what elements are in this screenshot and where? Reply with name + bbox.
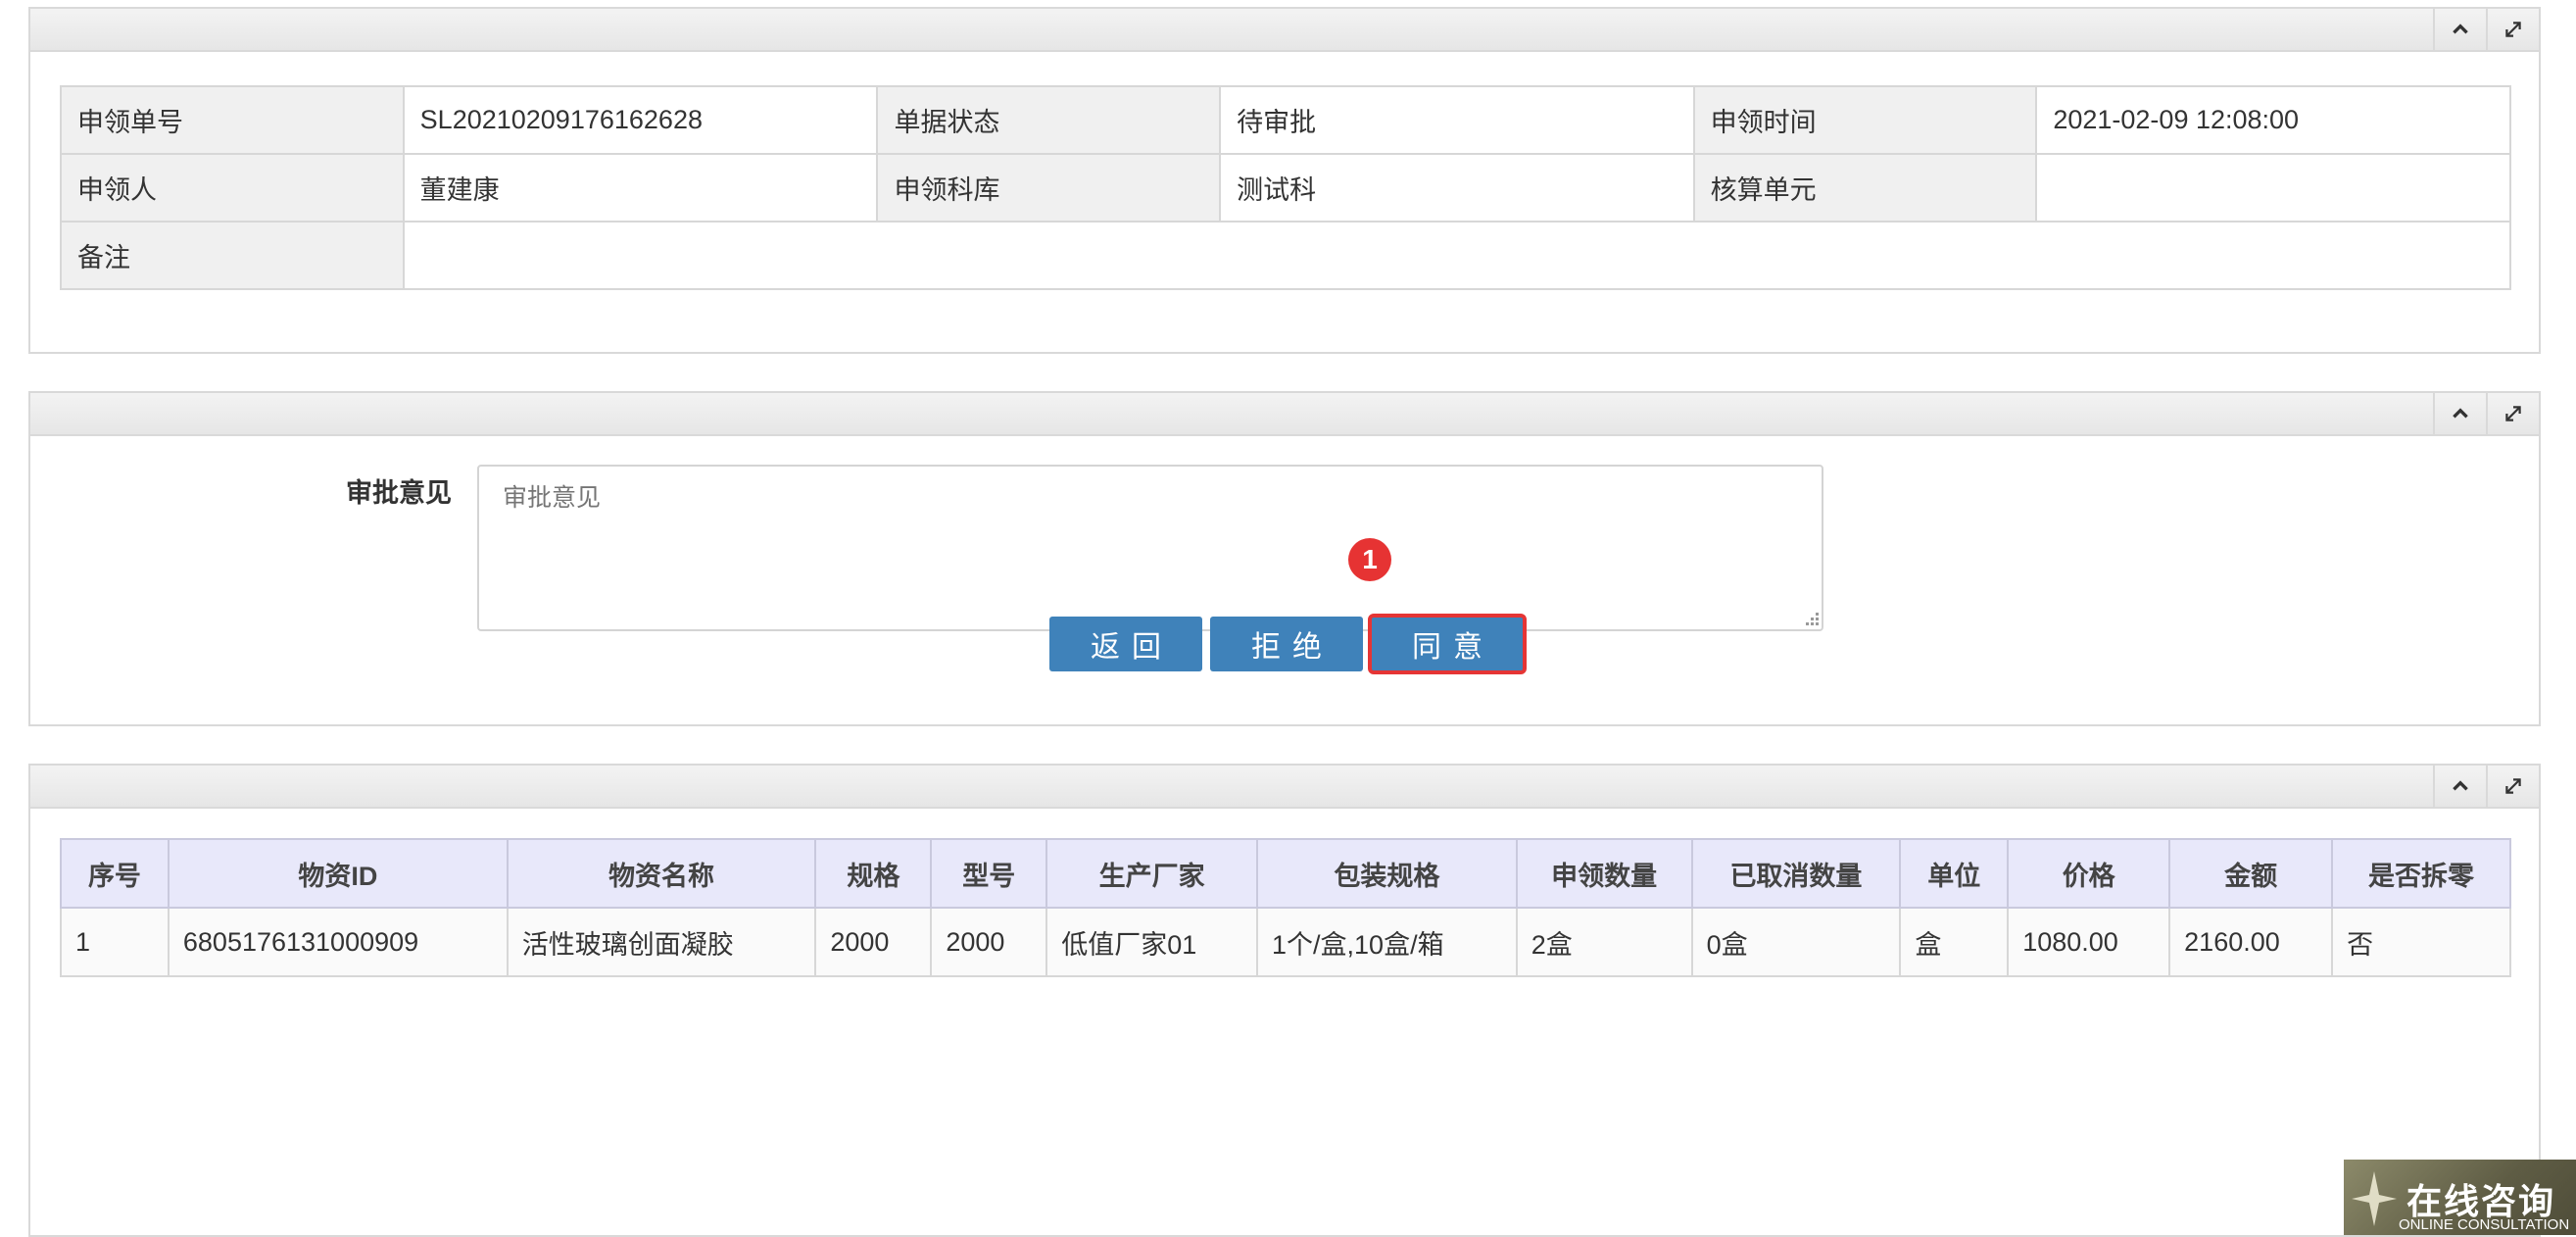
accounting-unit-value (2035, 153, 2511, 223)
consultation-subtitle: ONLINE CONSULTATION (2399, 1216, 2570, 1233)
table-cell: 0盒 (1690, 907, 1902, 977)
table-cell: 1个/盒,10盒/箱 (1256, 907, 1518, 977)
items-panel: 序号 物资ID 物资名称 规格 型号 生产厂家 包装规格 申领数量 已取消数量 … (28, 764, 2541, 1237)
table-cell: 否 (2331, 907, 2511, 977)
table-cell: 2盒 (1515, 907, 1693, 977)
info-row: 申领人 董建康 申领科库 测试科 核算单元 (60, 153, 2511, 223)
table-cell: 2160.00 (2168, 907, 2334, 977)
panel-header (30, 9, 2539, 52)
remark-label: 备注 (60, 221, 405, 290)
remark-value (402, 221, 2512, 290)
table-cell: 1080.00 (2007, 907, 2171, 977)
table-cell: 2000 (814, 907, 933, 977)
column-header[interactable]: 申领数量 (1515, 838, 1693, 909)
claim-number-label: 申领单号 (60, 85, 405, 155)
info-row: 备注 (60, 221, 2512, 290)
table-cell: 低值厂家01 (1045, 907, 1259, 977)
column-header[interactable]: 生产厂家 (1045, 838, 1259, 909)
approval-opinion-input[interactable] (477, 465, 1823, 631)
document-info-panel: 申领单号 SL20210209176162628 单据状态 待审批 申领时间 2… (28, 7, 2541, 354)
collapse-icon[interactable] (2433, 9, 2486, 50)
column-header[interactable]: 物资ID (167, 838, 509, 909)
online-consultation-widget[interactable]: 在线咨询 ONLINE CONSULTATION (2344, 1160, 2576, 1235)
back-button[interactable]: 返回 (1049, 617, 1202, 671)
panel-header (30, 766, 2539, 809)
claim-time-label: 申领时间 (1692, 85, 2038, 155)
agree-button[interactable]: 同意 (1368, 614, 1527, 674)
document-status-value: 待审批 (1219, 85, 1695, 155)
claim-number-value: SL20210209176162628 (402, 85, 879, 155)
column-header[interactable]: 已取消数量 (1690, 838, 1902, 909)
column-header[interactable]: 规格 (814, 838, 933, 909)
column-header[interactable]: 序号 (60, 838, 170, 909)
document-info-table: 申领单号 SL20210209176162628 单据状态 待审批 申领时间 2… (60, 85, 2512, 290)
reject-button[interactable]: 拒绝 (1210, 617, 1363, 671)
accounting-unit-label: 核算单元 (1692, 153, 2038, 223)
table-cell: 盒 (1899, 907, 2010, 977)
department-label: 申领科库 (876, 153, 1222, 223)
resize-grip-icon[interactable] (1802, 611, 1820, 628)
items-table: 序号 物资ID 物资名称 规格 型号 生产厂家 包装规格 申领数量 已取消数量 … (60, 838, 2511, 977)
table-cell: 2000 (930, 907, 1048, 977)
info-row: 申领单号 SL20210209176162628 单据状态 待审批 申领时间 2… (60, 85, 2511, 155)
applicant-value: 董建康 (402, 153, 879, 223)
expand-icon[interactable] (2486, 9, 2539, 50)
table-cell: 1 (60, 907, 170, 977)
approval-opinion-label: 审批意见 (346, 478, 452, 508)
column-header[interactable]: 是否拆零 (2331, 838, 2511, 909)
table-row[interactable]: 1 6805176131000909 活性玻璃创面凝胶 2000 2000 低值… (60, 907, 2511, 977)
approval-panel: 审批意见 返回 拒绝 同意 1 (28, 391, 2541, 726)
sparkle-icon (2352, 1171, 2397, 1226)
table-header-row: 序号 物资ID 物资名称 规格 型号 生产厂家 包装规格 申领数量 已取消数量 … (60, 838, 2511, 909)
column-header[interactable]: 型号 (930, 838, 1048, 909)
column-header[interactable]: 价格 (2007, 838, 2171, 909)
department-value: 测试科 (1219, 153, 1695, 223)
collapse-icon[interactable] (2433, 766, 2486, 807)
column-header[interactable]: 金额 (2168, 838, 2334, 909)
column-header[interactable]: 物资名称 (506, 838, 817, 909)
collapse-icon[interactable] (2433, 393, 2486, 434)
step-marker-badge: 1 (1348, 538, 1391, 581)
panel-header (30, 393, 2539, 436)
expand-icon[interactable] (2486, 393, 2539, 434)
table-cell: 活性玻璃创面凝胶 (506, 907, 817, 977)
column-header[interactable]: 单位 (1899, 838, 2010, 909)
claim-time-value: 2021-02-09 12:08:00 (2035, 85, 2511, 155)
column-header[interactable]: 包装规格 (1256, 838, 1518, 909)
expand-icon[interactable] (2486, 766, 2539, 807)
applicant-label: 申领人 (60, 153, 405, 223)
table-cell: 6805176131000909 (167, 907, 509, 977)
document-status-label: 单据状态 (876, 85, 1222, 155)
